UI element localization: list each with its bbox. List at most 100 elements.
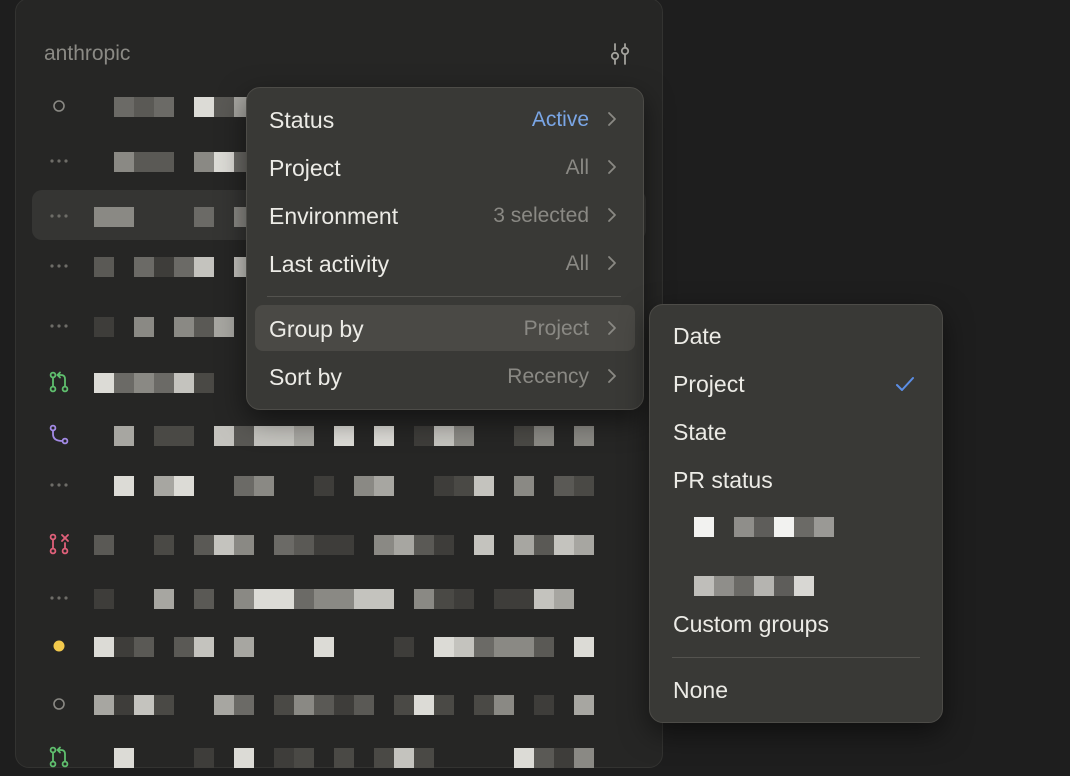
redacted-label <box>754 517 774 537</box>
menu-item-last-activity[interactable]: Last activity All <box>255 240 635 286</box>
redacted-title <box>194 207 214 227</box>
redacted-title <box>194 748 214 768</box>
menu-item-environment[interactable]: Environment 3 selected <box>255 192 635 238</box>
menu-item-sort-by[interactable]: Sort by Recency <box>255 353 635 399</box>
redacted-title <box>234 748 254 768</box>
menu-item-group-by[interactable]: Group by Project <box>255 305 635 351</box>
session-row[interactable] <box>40 736 640 776</box>
redacted-title <box>374 476 394 496</box>
redacted-title <box>334 535 354 555</box>
redacted-title <box>574 426 594 446</box>
redacted-title <box>354 476 374 496</box>
redacted-title <box>154 97 174 117</box>
redacted-title <box>114 152 134 172</box>
redacted-title <box>274 426 294 446</box>
redacted-title <box>134 317 154 337</box>
merged-icon <box>48 424 70 446</box>
redacted-title <box>354 589 374 609</box>
redacted-title <box>134 695 154 715</box>
redacted-title <box>154 373 174 393</box>
filter-button[interactable] <box>606 40 634 68</box>
redacted-title <box>234 637 254 657</box>
redacted-label <box>774 517 794 537</box>
redacted-title <box>434 637 454 657</box>
redacted-title <box>274 535 294 555</box>
redacted-title <box>394 637 414 657</box>
redacted-title <box>334 589 354 609</box>
redacted-title <box>314 637 334 657</box>
menu-item-label: Status <box>269 107 335 133</box>
redacted-title <box>114 695 134 715</box>
redacted-title <box>334 695 354 715</box>
redacted-title <box>334 426 354 446</box>
chevron-right-icon <box>608 160 616 174</box>
menu-item-status[interactable]: Status Active <box>255 96 635 142</box>
redacted-title <box>274 589 294 609</box>
chevron-right-icon <box>608 256 616 270</box>
redacted-title <box>574 637 594 657</box>
ellipsis-icon <box>48 205 70 227</box>
redacted-title <box>334 748 354 768</box>
session-row[interactable] <box>40 464 640 504</box>
redacted-title <box>214 97 234 117</box>
redacted-title <box>554 748 574 768</box>
redacted-title <box>234 426 254 446</box>
ellipsis-icon <box>48 315 70 337</box>
redacted-title <box>534 637 554 657</box>
group-option-state[interactable]: State <box>658 409 934 455</box>
group-option-project[interactable]: Project <box>658 361 934 407</box>
redacted-title <box>534 695 554 715</box>
redacted-title <box>194 535 214 555</box>
redacted-title <box>94 695 114 715</box>
redacted-title <box>134 257 154 277</box>
redacted-title <box>554 476 574 496</box>
redacted-title <box>374 535 394 555</box>
redacted-title <box>234 476 254 496</box>
group-option-pr-status[interactable]: PR status <box>658 457 934 503</box>
redacted-title <box>114 637 134 657</box>
redacted-label <box>774 576 794 596</box>
menu-item-value: 3 selected <box>493 204 589 227</box>
redacted-title <box>94 637 114 657</box>
redacted-title <box>494 589 514 609</box>
group-option-none[interactable]: None <box>658 667 934 713</box>
redacted-title <box>454 637 474 657</box>
menu-item-project[interactable]: Project All <box>255 144 635 190</box>
redacted-title <box>514 637 534 657</box>
redacted-title <box>194 152 214 172</box>
group-option-custom-groups[interactable]: Custom groups <box>658 601 934 647</box>
redacted-title <box>394 535 414 555</box>
option-label: Project <box>673 371 745 397</box>
session-row[interactable] <box>40 683 640 723</box>
redacted-title <box>134 373 154 393</box>
option-label: State <box>673 419 727 445</box>
redacted-title <box>434 476 454 496</box>
redacted-title <box>234 535 254 555</box>
session-row[interactable] <box>40 523 640 563</box>
custom-group-entry[interactable] <box>658 505 934 551</box>
redacted-title <box>394 748 414 768</box>
redacted-label <box>734 517 754 537</box>
session-row[interactable] <box>40 625 640 665</box>
redacted-title <box>514 589 534 609</box>
menu-item-label: Sort by <box>269 364 342 390</box>
redacted-title <box>554 589 574 609</box>
redacted-title <box>194 637 214 657</box>
redacted-title <box>314 589 334 609</box>
redacted-title <box>454 426 474 446</box>
ellipsis-icon <box>48 587 70 609</box>
redacted-title <box>234 589 254 609</box>
redacted-title <box>414 426 434 446</box>
redacted-label <box>814 517 834 537</box>
group-option-date[interactable]: Date <box>658 313 934 359</box>
redacted-title <box>254 426 274 446</box>
redacted-title <box>174 426 194 446</box>
redacted-title <box>214 695 234 715</box>
redacted-title <box>294 695 314 715</box>
session-row[interactable] <box>40 414 640 454</box>
redacted-title <box>374 426 394 446</box>
redacted-title <box>114 97 134 117</box>
redacted-title <box>314 535 334 555</box>
redacted-title <box>134 97 154 117</box>
session-row[interactable] <box>40 577 640 617</box>
